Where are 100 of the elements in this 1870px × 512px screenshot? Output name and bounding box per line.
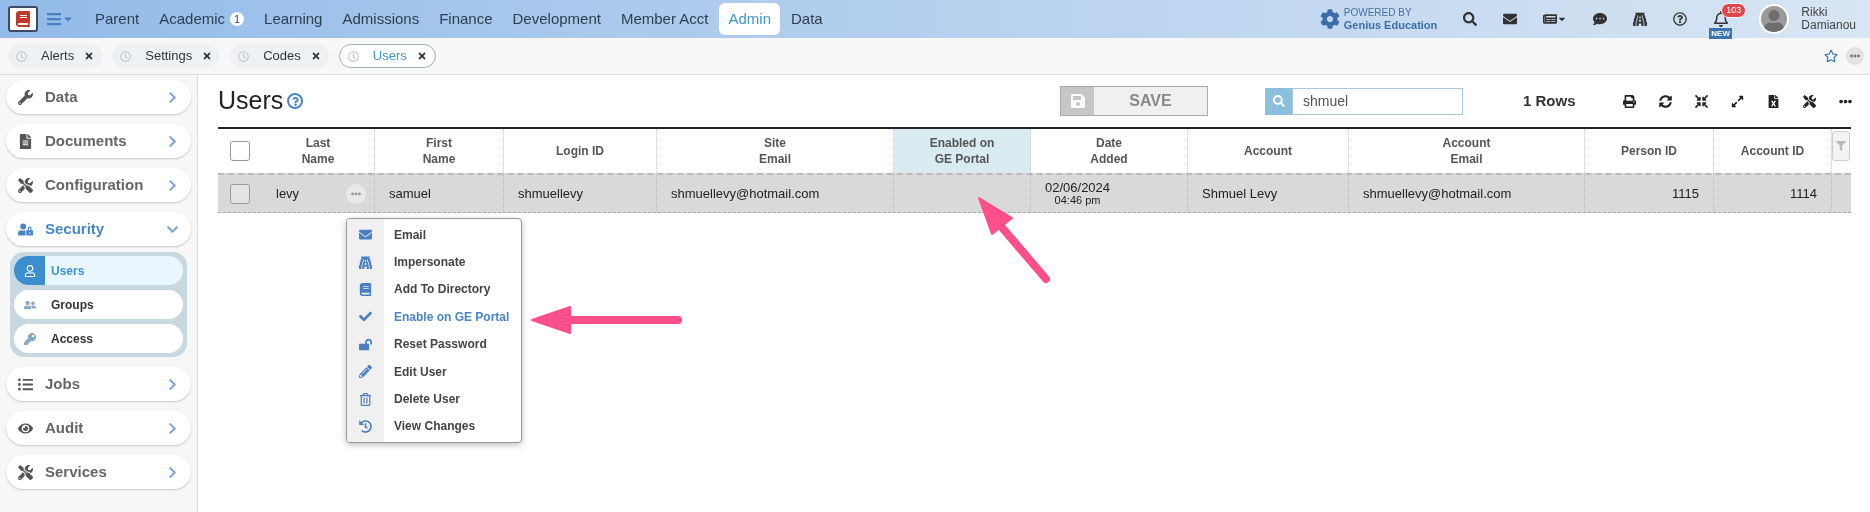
wrench-icon (18, 89, 33, 105)
sidebar-item[interactable]: Jobs (6, 367, 191, 401)
nav-tab[interactable]: Finance (430, 3, 502, 35)
search-icon (1463, 12, 1478, 26)
spreadsheet-icon[interactable] (1767, 94, 1780, 108)
tab-label: Codes (263, 47, 301, 66)
open-tab[interactable]: Alerts (8, 44, 103, 68)
table-cell-text: shmuellevy@hotmail.com (1363, 184, 1512, 203)
chevron-right-icon (166, 90, 179, 104)
sidebar-label: Data (45, 86, 78, 107)
brand-name: Genius Education (1343, 19, 1438, 31)
open-tab[interactable]: Codes (230, 44, 329, 68)
sidebar-label: Jobs (45, 373, 80, 394)
table-cell: 02/06/2024 (1045, 181, 1111, 194)
user-icon (14, 256, 45, 285)
menu-item[interactable]: Add To Directory (384, 275, 521, 304)
help-icon (1673, 12, 1688, 26)
submenu-item[interactable]: Groups (14, 290, 183, 319)
star-icon (1824, 49, 1838, 63)
table-cell-text: levy (276, 184, 300, 203)
nav-tab[interactable]: Data (782, 3, 832, 35)
nav-tab[interactable]: Parent (86, 3, 149, 35)
table-cell-text: shmuellevy@hotmail.com (671, 184, 820, 203)
temple-icon (1633, 12, 1648, 26)
print-icon[interactable] (1623, 94, 1636, 108)
user-last-name: Damianou (1801, 19, 1856, 32)
envelope-icon (1503, 12, 1518, 26)
sidebar-label: Security (45, 218, 105, 239)
book-icon (359, 282, 372, 296)
menu-item[interactable]: Reset Password (384, 330, 521, 358)
clock-icon (347, 50, 359, 62)
nav-tab[interactable]: Admissions (333, 3, 429, 35)
gear-logo-icon (1319, 9, 1340, 29)
pencil-icon (359, 365, 372, 379)
help-icon[interactable] (287, 93, 304, 109)
menu-item[interactable]: Delete User (384, 385, 521, 413)
tools-icon (18, 177, 33, 193)
close-icon[interactable] (84, 51, 95, 61)
sidebar-item[interactable]: Configuration (6, 168, 191, 202)
sidebar-item[interactable]: Services (6, 455, 191, 489)
menu-item[interactable]: Edit User (384, 357, 521, 386)
document-icon (18, 133, 33, 149)
menu-item[interactable]: Email (384, 221, 521, 249)
expand-icon[interactable] (1731, 94, 1744, 108)
table-row[interactable]: levy samuel shmuellevy shmuellevy@hotmail.com 02/06/2024 04:46 pm Shmuel Levy shmuellevy@hotmail.com 1115 1114 (218, 173, 1851, 213)
clock-icon (238, 50, 250, 62)
logo-icon[interactable] (8, 6, 38, 32)
table-cell-text: 1115 (1672, 184, 1699, 203)
more-button[interactable] (1846, 47, 1864, 65)
submenu-item[interactable]: Access (14, 324, 183, 353)
checkbox[interactable] (230, 141, 250, 161)
row-count: 1 Rows (1523, 90, 1576, 111)
envelope-icon (359, 228, 372, 242)
column-header[interactable]: Enabled on GE Portal (894, 129, 1031, 173)
check-icon (359, 310, 372, 324)
news-icon[interactable] (1543, 12, 1568, 26)
checkbox[interactable] (230, 183, 250, 204)
close-icon[interactable] (416, 51, 427, 61)
chevron-right-icon (166, 178, 179, 192)
close-icon[interactable] (310, 51, 321, 61)
search-field[interactable]: shmuel (1292, 87, 1463, 115)
close-icon[interactable] (202, 51, 213, 61)
menu-item[interactable]: Impersonate (384, 248, 521, 276)
tools-icon[interactable] (1803, 94, 1816, 108)
chat-icon (1593, 12, 1608, 26)
tab-label: Alerts (41, 47, 75, 66)
user-first-name: Rikki (1801, 6, 1829, 19)
table-cell: 04:46 pm (1054, 193, 1101, 206)
open-tab[interactable]: Settings (112, 44, 221, 68)
nav-tab[interactable]: Development (503, 3, 610, 35)
page-title: Users (218, 85, 284, 117)
trash-icon (359, 392, 372, 406)
menu-item[interactable]: View Changes (384, 412, 521, 441)
chevron-right-icon (166, 465, 179, 479)
chevron-right-icon (166, 134, 179, 148)
sidebar-item[interactable]: Data (6, 80, 191, 114)
avatar[interactable] (1759, 4, 1790, 34)
refresh-icon[interactable] (1659, 94, 1672, 108)
nav-tab[interactable]: Member Acct (611, 3, 718, 35)
new-tag: NEW (1709, 28, 1732, 39)
submenu-label: Users (51, 262, 85, 280)
menu-item[interactable]: Enable on GE Portal (384, 303, 521, 331)
list-icon (18, 376, 33, 392)
nav-tab[interactable]: Learning (255, 3, 332, 35)
notification-badge: 103 (1721, 3, 1747, 18)
collapse-icon[interactable] (1695, 94, 1708, 108)
save-icon (1069, 93, 1086, 109)
submenu-label: Access (51, 330, 94, 348)
temple-icon (359, 255, 372, 269)
chevron-right-icon (166, 421, 179, 435)
sidebar-item[interactable]: Documents (6, 124, 191, 158)
table-cell-text: shmuellevy (518, 184, 584, 203)
tab-label: Settings (145, 47, 193, 66)
sidebar-item[interactable]: Audit (6, 411, 191, 445)
table-cell-text: samuel (389, 184, 431, 203)
table-cell-text: Shmuel Levy (1202, 184, 1278, 203)
sidebar-item[interactable]: Security (6, 212, 191, 246)
nav-tab[interactable]: Academic 1 (150, 3, 254, 35)
history-icon (359, 419, 372, 433)
submenu-label: Groups (51, 296, 94, 314)
